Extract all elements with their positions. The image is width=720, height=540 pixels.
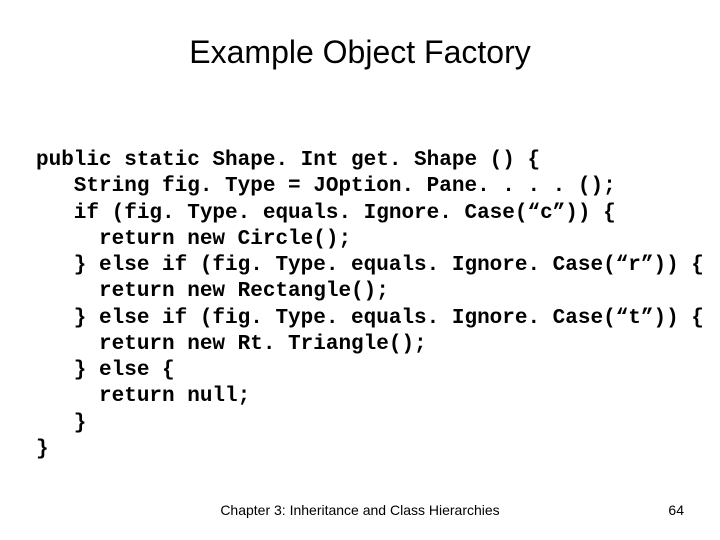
footer-chapter: Chapter 3: Inheritance and Class Hierarc… <box>0 502 720 518</box>
slide: Example Object Factory public static Sha… <box>0 0 720 540</box>
code-line: String fig. Type = JOption. Pane. . . . … <box>36 175 616 198</box>
code-line: public static Shape. Int get. Shape () { <box>36 149 540 172</box>
code-line: return new Circle(); <box>36 228 351 251</box>
code-block: public static Shape. Int get. Shape () {… <box>36 148 684 463</box>
code-line: } <box>36 412 86 435</box>
code-line: return new Rt. Triangle(); <box>36 333 427 356</box>
page-number: 64 <box>668 502 684 518</box>
code-line: } else if (fig. Type. equals. Ignore. Ca… <box>36 254 704 277</box>
code-line: if (fig. Type. equals. Ignore. Case(“c”)… <box>36 202 616 225</box>
slide-title: Example Object Factory <box>0 34 720 71</box>
code-line: return new Rectangle(); <box>36 280 389 303</box>
code-line: return null; <box>36 385 250 408</box>
code-line: } else if (fig. Type. equals. Ignore. Ca… <box>36 307 704 330</box>
code-line: } else { <box>36 359 175 382</box>
code-line: } <box>36 438 49 461</box>
